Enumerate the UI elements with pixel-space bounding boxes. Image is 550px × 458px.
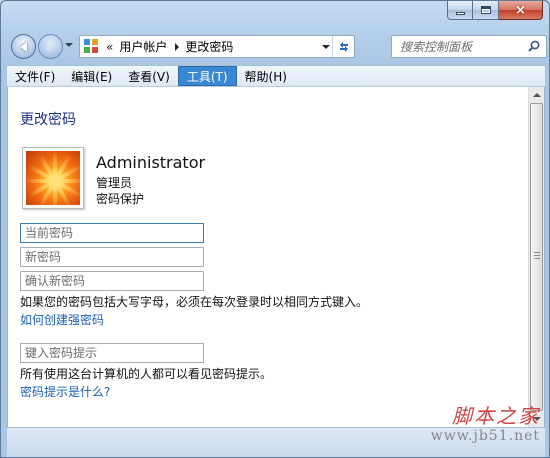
site-watermark: 脚本之家 [452, 404, 540, 428]
menu-tools[interactable]: 工具(T) [177, 66, 237, 86]
current-password-field[interactable] [20, 223, 204, 243]
breadcrumb-user-accounts[interactable]: 用户帐户 [119, 38, 167, 55]
navigation-bar: « 用户帐户 更改密码 [7, 31, 547, 61]
breadcrumb-overflow[interactable]: « [106, 40, 113, 54]
menu-file[interactable]: 文件(F) [7, 66, 63, 86]
address-dropdown-icon[interactable] [322, 45, 330, 49]
menu-edit[interactable]: 编辑(E) [63, 66, 120, 86]
address-bar[interactable]: « 用户帐户 更改密码 [79, 35, 355, 58]
search-input[interactable] [392, 36, 522, 57]
password-hint-field[interactable] [20, 343, 204, 363]
maximize-button[interactable] [473, 1, 499, 20]
menu-view[interactable]: 查看(V) [120, 66, 178, 86]
content-pane: 更改密码 Administrator 管理员 密码保护 如果您的密码包括大写字母… [7, 87, 545, 427]
minimize-button[interactable] [447, 1, 473, 20]
flower-picture-icon [26, 151, 80, 205]
menu-help[interactable]: 帮助(H) [237, 66, 295, 86]
user-account-type: 管理员 [96, 176, 133, 190]
new-password-field[interactable] [20, 247, 204, 267]
scroll-thumb[interactable] [530, 103, 543, 411]
minimize-icon [455, 11, 465, 15]
hint-visibility-note: 所有使用这台计算机的人都可以看见密码提示。 [20, 367, 273, 381]
scroll-up-icon [532, 93, 541, 97]
search-icon[interactable] [528, 40, 540, 52]
maximize-icon [480, 6, 491, 14]
page-title: 更改密码 [20, 112, 76, 128]
search-box[interactable] [391, 35, 547, 58]
close-button[interactable]: × [499, 1, 543, 20]
user-name: Administrator [96, 153, 206, 172]
forward-arrow-icon [47, 41, 54, 52]
control-panel-window: × « 用户帐户 更改密码 搜索控制面板 文件(F) 编辑(E) 查看(V) 工… [0, 0, 550, 458]
close-icon: × [515, 2, 526, 18]
back-arrow-icon [20, 41, 27, 52]
refresh-button[interactable] [332, 36, 354, 57]
site-watermark-url: www.jb51.net [430, 428, 540, 444]
vertical-scrollbar[interactable] [528, 87, 544, 427]
recent-pages-dropdown-icon[interactable] [65, 43, 73, 47]
control-panel-icon [84, 38, 100, 55]
refresh-icon [339, 41, 348, 52]
user-avatar [22, 147, 84, 209]
caption-buttons: × [447, 1, 543, 20]
back-button[interactable] [11, 34, 36, 59]
case-sensitivity-note: 如果您的密码包括大写字母，必须在每次登录时以相同方式键入。 [20, 295, 369, 309]
user-password-status: 密码保护 [96, 192, 145, 206]
confirm-password-field[interactable] [20, 271, 204, 291]
breadcrumb-arrow-icon[interactable] [175, 42, 180, 51]
scroll-up-button[interactable] [529, 87, 544, 103]
forward-button[interactable] [38, 34, 63, 59]
breadcrumb-change-password[interactable]: 更改密码 [185, 38, 233, 55]
menu-bar: 文件(F) 编辑(E) 查看(V) 工具(T) 帮助(H) [7, 65, 545, 87]
strong-password-link[interactable]: 如何创建强密码 [20, 311, 104, 328]
password-hint-help-link[interactable]: 密码提示是什么? [20, 383, 110, 400]
